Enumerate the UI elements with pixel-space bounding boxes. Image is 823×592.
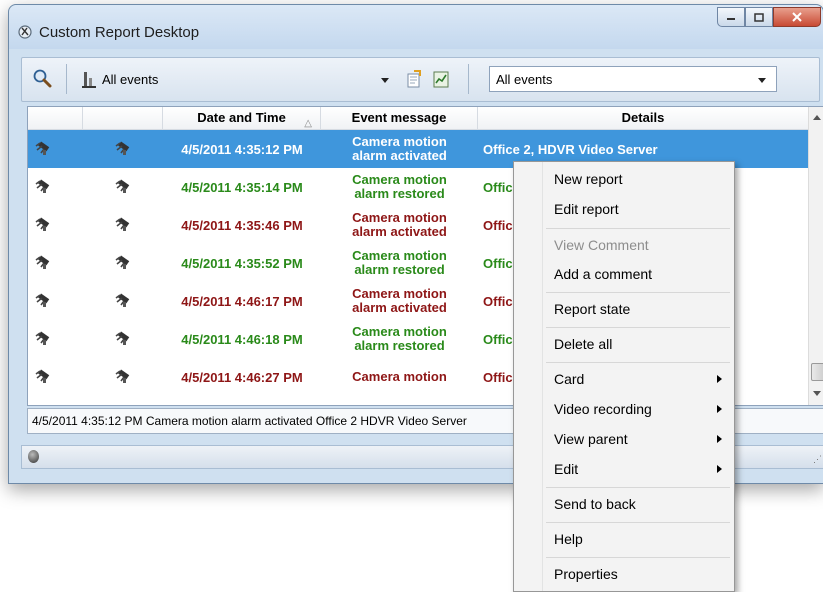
menu-item-new-report[interactable]: New report <box>514 164 734 194</box>
vertical-scrollbar[interactable] <box>808 107 823 405</box>
window-title: Custom Report Desktop <box>39 24 200 41</box>
event-datetime: 4/5/2011 4:35:46 PM <box>181 217 303 233</box>
event-message: Camera motion alarm activated <box>352 286 447 315</box>
event-datetime: 4/5/2011 4:35:12 PM <box>181 141 303 157</box>
column-header-icon2[interactable] <box>83 107 163 129</box>
column-header-datetime[interactable]: Date and Time △ <box>163 107 321 129</box>
menu-item-send-to-back[interactable]: Send to back <box>514 489 734 519</box>
maximize-icon <box>754 12 764 22</box>
filter-select-value: All events <box>496 72 553 87</box>
menu-item-report-state[interactable]: Report state <box>514 294 734 324</box>
menu-item-edit-report[interactable]: Edit report <box>514 194 734 224</box>
menu-item-delete-all[interactable]: Delete all <box>514 329 734 359</box>
chevron-right-icon <box>717 465 722 473</box>
maximize-button[interactable] <box>745 7 773 27</box>
column-header-details[interactable]: Details <box>478 107 808 129</box>
filter-select[interactable]: All events <box>489 66 777 92</box>
event-message: Camera motion alarm restored <box>352 324 447 353</box>
event-datetime: 4/5/2011 4:46:17 PM <box>181 293 303 309</box>
menu-item-properties[interactable]: Properties <box>514 559 734 589</box>
camera-icon <box>98 168 148 206</box>
camera-icon <box>28 206 58 244</box>
menu-separator <box>546 487 730 488</box>
menu-item-view-comment: View Comment <box>554 237 649 253</box>
menu-separator <box>546 327 730 328</box>
column-header-message[interactable]: Event message <box>321 107 478 129</box>
menu-separator <box>546 362 730 363</box>
menu-item-view-parent[interactable]: View parent <box>514 424 734 454</box>
column-header-icon1[interactable] <box>28 107 83 129</box>
camera-icon <box>28 130 58 168</box>
resize-grip-icon[interactable]: ⋰ <box>813 454 822 465</box>
toolbar: All events All events <box>21 57 820 102</box>
app-icon <box>18 25 32 39</box>
scroll-up-icon[interactable] <box>813 115 821 120</box>
event-datetime: 4/5/2011 4:46:27 PM <box>181 369 303 385</box>
event-message: Camera motion alarm restored <box>352 248 447 277</box>
camera-icon <box>98 244 148 282</box>
camera-icon <box>28 320 58 358</box>
event-message: Camera motion <box>352 369 447 384</box>
context-menu: New report Edit report View Comment Add a c… <box>513 161 735 592</box>
close-button[interactable] <box>773 7 821 27</box>
scroll-down-icon[interactable] <box>813 391 821 396</box>
minimize-button[interactable] <box>717 7 745 27</box>
camera-icon <box>28 244 58 282</box>
camera-icon <box>28 358 58 396</box>
event-datetime: 4/5/2011 4:46:18 PM <box>181 331 303 347</box>
events-icon <box>82 72 96 88</box>
menu-item-edit[interactable]: Edit <box>514 454 734 484</box>
menu-separator <box>546 557 730 558</box>
event-message: Camera motion alarm restored <box>352 172 447 201</box>
export-icon[interactable] <box>405 70 423 88</box>
chevron-right-icon <box>717 375 722 383</box>
menu-separator <box>546 228 730 229</box>
camera-icon <box>98 282 148 320</box>
event-datetime: 4/5/2011 4:35:52 PM <box>181 255 303 271</box>
camera-icon <box>28 282 58 320</box>
event-message: Camera motion alarm activated <box>352 210 447 239</box>
title-bar[interactable]: Custom Report Desktop <box>9 5 823 49</box>
toolbar-separator <box>468 64 469 94</box>
menu-item-video-recording[interactable]: Video recording <box>514 394 734 424</box>
menu-item-help[interactable]: Help <box>514 524 734 554</box>
camera-icon <box>28 168 58 206</box>
event-datetime: 4/5/2011 4:35:14 PM <box>181 179 303 195</box>
grid-header: Date and Time △ Event message Details <box>28 107 808 130</box>
report-icon[interactable] <box>432 70 450 88</box>
menu-item-add-a-comment[interactable]: Add a comment <box>514 259 734 289</box>
camera-icon <box>98 130 148 168</box>
event-message: Camera motion alarm activated <box>352 134 447 163</box>
toolbar-separator <box>66 64 67 94</box>
menu-separator <box>546 292 730 293</box>
menu-item-card[interactable]: Card <box>514 364 734 394</box>
events-dropdown-arrow[interactable] <box>381 78 389 83</box>
chevron-right-icon <box>717 405 722 413</box>
chevron-down-icon <box>758 78 766 83</box>
menu-separator <box>546 522 730 523</box>
search-icon[interactable] <box>32 68 52 88</box>
minimize-icon <box>727 18 735 20</box>
camera-icon <box>98 358 148 396</box>
chevron-right-icon <box>717 435 722 443</box>
camera-icon <box>98 206 148 244</box>
scroll-thumb[interactable] <box>811 363 823 381</box>
events-dropdown-label[interactable]: All events <box>102 72 158 87</box>
camera-icon <box>98 320 148 358</box>
status-led-icon <box>28 450 39 463</box>
close-icon <box>792 12 802 22</box>
